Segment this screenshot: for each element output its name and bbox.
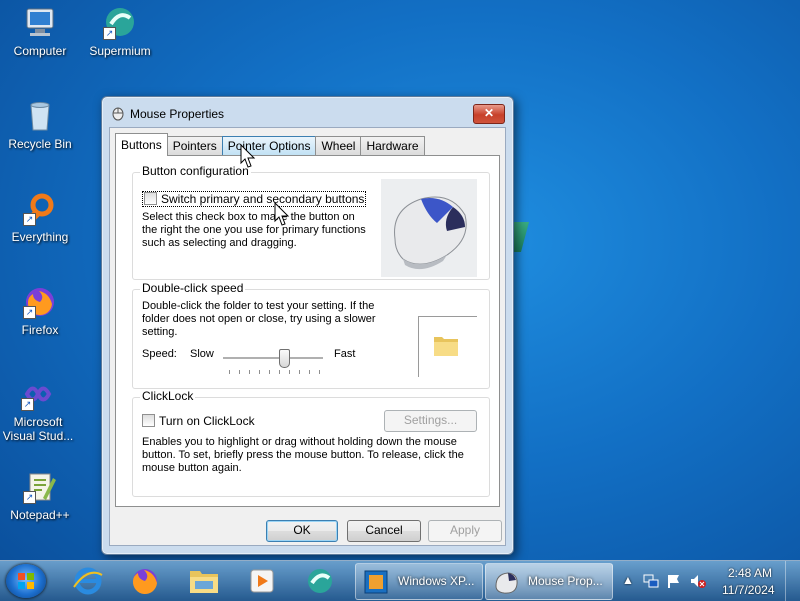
notepad-plus-plus-icon: ↗: [23, 470, 57, 504]
desktop-icon-recycle-bin[interactable]: Recycle Bin: [2, 99, 78, 151]
desktop-icon-supermium[interactable]: ↗ Supermium: [82, 6, 158, 58]
fast-label: Fast: [334, 348, 356, 360]
task-label: Windows XP...: [398, 574, 475, 588]
clicklock-checkbox[interactable]: Turn on ClickLock: [142, 414, 255, 428]
desktop-icon-label: Recycle Bin: [8, 137, 72, 151]
supermium-icon: [308, 569, 332, 593]
taskbar-media-player[interactable]: [242, 565, 282, 597]
media-player-icon: [250, 569, 274, 593]
show-hidden-icons-button[interactable]: ▲: [622, 573, 634, 587]
network-icon[interactable]: [643, 573, 659, 589]
close-icon: ✕: [483, 106, 495, 120]
close-button[interactable]: ✕: [473, 104, 505, 124]
button-configuration-legend: Button configuration: [140, 164, 251, 178]
desktop-icon-visual-studio[interactable]: ↗ Microsoft Visual Stud...: [0, 377, 76, 443]
tab-strip: Buttons Pointers Pointer Options Wheel H…: [115, 133, 425, 156]
windows-logo-icon: [18, 573, 34, 589]
cancel-button[interactable]: Cancel: [347, 520, 421, 542]
slider-ticks: [229, 370, 329, 374]
clicklock-legend: ClickLock: [140, 389, 196, 403]
desktop-icon-label: Everything: [11, 230, 69, 244]
taskbar: Windows XP... Mouse Prop... ▲ 2:48 AM 11…: [0, 560, 800, 601]
shortcut-arrow-icon: ↗: [23, 306, 36, 319]
test-folder-area[interactable]: [418, 316, 477, 377]
tab-wheel[interactable]: Wheel: [315, 136, 362, 156]
desktop-icon-label: Microsoft Visual Stud...: [2, 415, 74, 443]
button-configuration-description: Select this check box to make the button…: [142, 211, 366, 249]
file-explorer-icon: [190, 571, 218, 593]
switch-buttons-label: Switch primary and secondary buttons: [161, 192, 365, 206]
clock-date[interactable]: 11/7/2024: [722, 583, 775, 597]
virtualbox-icon: [364, 570, 388, 594]
desktop-icon-label: Computer: [13, 44, 67, 58]
desktop-icon-firefox[interactable]: ↗ Firefox: [2, 285, 78, 337]
tab-panel-buttons: Button configuration Switch primary and …: [115, 155, 500, 507]
tab-hardware[interactable]: Hardware: [360, 136, 425, 156]
tab-pointers[interactable]: Pointers: [166, 136, 223, 156]
double-click-description: Double-click the folder to test your set…: [142, 300, 376, 338]
button-configuration-group: Button configuration Switch primary and …: [132, 164, 490, 280]
window-title: Mouse Properties: [130, 107, 225, 121]
clicklock-settings-button[interactable]: Settings...: [384, 410, 477, 432]
firefox-icon: [132, 569, 157, 595]
taskbar-task-mouse-properties[interactable]: Mouse Prop...: [485, 563, 613, 600]
clicklock-group: ClickLock Turn on ClickLock Settings... …: [132, 389, 490, 497]
dialog-body: Buttons Pointers Pointer Options Wheel H…: [109, 127, 506, 546]
volume-muted-icon[interactable]: [690, 573, 706, 589]
double-click-speed-group: Double-click speed Double-click the fold…: [132, 281, 490, 389]
clicklock-description: Enables you to highlight or drag without…: [142, 436, 464, 474]
action-center-flag-icon[interactable]: [666, 573, 682, 589]
slider-thumb[interactable]: [279, 349, 290, 368]
shortcut-arrow-icon: ↗: [23, 491, 36, 504]
speed-label: Speed:: [142, 348, 177, 360]
taskbar-firefox[interactable]: [125, 565, 165, 597]
tab-pointer-options[interactable]: Pointer Options: [221, 136, 317, 156]
taskbar-task-windows-xp[interactable]: Windows XP...: [355, 563, 483, 600]
double-click-speed-slider[interactable]: [223, 357, 323, 360]
taskbar-internet-explorer[interactable]: [68, 565, 108, 597]
switch-buttons-checkbox[interactable]: Switch primary and secondary buttons: [142, 191, 367, 207]
checkbox-box[interactable]: [144, 192, 157, 205]
recycle-bin-icon: [23, 99, 57, 133]
apply-button[interactable]: Apply: [428, 520, 502, 542]
desktop-icon-label: Notepad++: [10, 508, 70, 522]
shortcut-arrow-icon: ↗: [21, 398, 34, 411]
desktop-icon-notepad-plus-plus[interactable]: ↗ Notepad++: [2, 470, 78, 522]
task-label: Mouse Prop...: [528, 574, 603, 588]
tab-buttons[interactable]: Buttons: [115, 133, 168, 156]
start-button[interactable]: [6, 564, 46, 598]
supermium-icon: ↗: [103, 6, 137, 40]
computer-icon: [23, 6, 57, 40]
mouse-illustration: [381, 179, 477, 277]
mouse-cursor-icon: [240, 144, 256, 168]
mouse-properties-window[interactable]: Mouse Properties ✕ Buttons Pointers Poin…: [101, 96, 514, 555]
shortcut-arrow-icon: ↗: [103, 27, 116, 40]
taskbar-file-explorer[interactable]: [184, 565, 224, 597]
slow-label: Slow: [190, 348, 214, 360]
double-click-speed-legend: Double-click speed: [140, 281, 246, 295]
internet-explorer-icon: [73, 567, 103, 595]
visual-studio-icon: ↗: [21, 377, 55, 411]
show-desktop-button[interactable]: [785, 561, 800, 601]
clock-time[interactable]: 2:48 AM: [728, 566, 772, 580]
folder-icon[interactable]: [433, 333, 459, 357]
desktop-icon-everything[interactable]: ↗ Everything: [2, 192, 78, 244]
shortcut-arrow-icon: ↗: [23, 213, 36, 226]
ok-button[interactable]: OK: [266, 520, 338, 542]
desktop-icon-label: Supermium: [89, 44, 151, 58]
clicklock-label: Turn on ClickLock: [159, 414, 255, 428]
desktop-icon-computer[interactable]: Computer: [2, 6, 78, 58]
desktop-icon-label: Firefox: [21, 323, 59, 337]
title-bar[interactable]: Mouse Properties ✕: [102, 97, 513, 127]
mouse-icon: [495, 572, 518, 594]
taskbar-supermium[interactable]: [300, 565, 340, 597]
checkbox-box[interactable]: [142, 414, 155, 427]
hand-cursor-icon: [274, 202, 290, 226]
mouse-icon: [110, 105, 126, 121]
firefox-icon: ↗: [23, 285, 57, 319]
everything-icon: ↗: [23, 192, 57, 226]
